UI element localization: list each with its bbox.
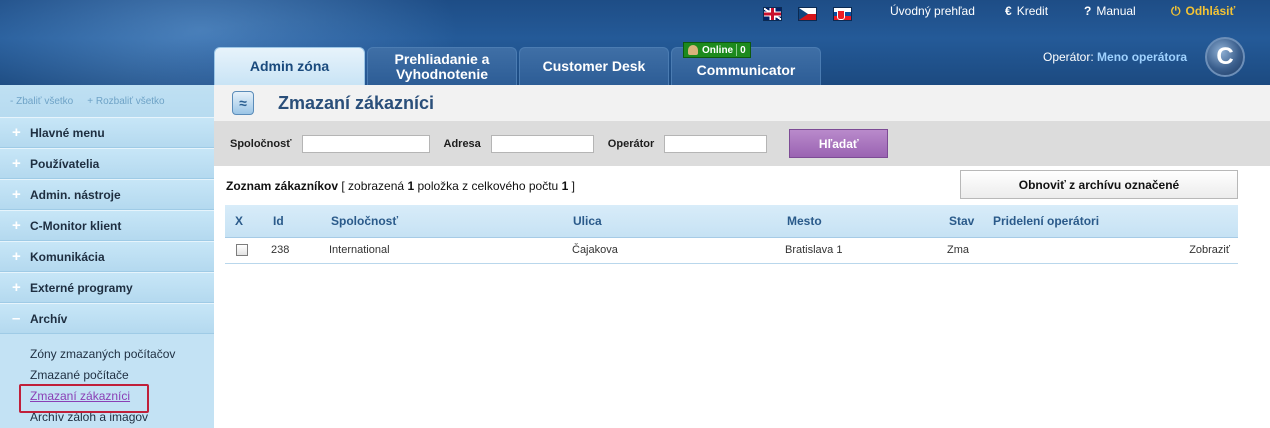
tab-admin-zone[interactable]: Admin zóna [214,47,365,85]
plus-icon: + [12,186,21,203]
operator-info: Operátor: Meno operátora [1043,50,1187,64]
list-summary: Zoznam zákazníkov [ zobrazená 1 položka … [226,179,575,193]
cell-id: 238 [255,237,315,264]
sidebar-item-label: Hlavné menu [30,125,105,140]
credit-label: Kredit [1016,4,1049,18]
cell-street: Čajakova [557,237,773,264]
list-text-2: položka z celkového počtu [417,179,559,193]
customers-table: X Id Spoločnosť Ulica Mesto Stav Pridele… [225,205,1238,264]
column-header-street[interactable]: Ulica [557,205,773,238]
column-header-company[interactable]: Spoločnosť [315,205,557,238]
user-icon [688,45,698,55]
submenu-deleted-customers[interactable]: Zmazaní zákazníci [19,384,214,413]
sidebar-item-label: Admin. nástroje [30,187,121,202]
manual-link[interactable]: ? Manual [1084,4,1136,18]
search-bar: Spoločnosť Adresa Operátor Hľadať [214,121,1270,166]
top-header: Úvodný prehľad € Kredit ? Manual ⏻ Odhlásiť… [0,0,1270,85]
sidebar-item-label: Komunikácia [30,249,105,264]
sidebar-item-archive[interactable]: – Archív [0,303,214,334]
cell-city: Bratislava 1 [773,237,935,264]
tab-browsing-label: Prehliadanie a Vyhodnotenie [394,50,490,82]
minus-icon: – [12,310,21,327]
column-header-action [1146,205,1238,238]
column-header-city[interactable]: Mesto [773,205,935,238]
online-status-badge[interactable]: Online 0 [683,42,751,58]
page-title-bar: ≈ Zmazaní zákazníci [214,85,1270,121]
cell-status: Zma [935,237,991,264]
operator-name[interactable]: Meno operátora [1097,50,1187,64]
sk-flag-icon[interactable] [833,7,852,21]
sidebar-toggle-row: - Zbaliť všetko + Rozbaliť všetko [0,85,214,117]
row-checkbox[interactable] [236,244,248,257]
app-logo: C [1205,37,1245,77]
logout-link[interactable]: ⏻ Odhlásiť [1171,4,1235,19]
online-count: 0 [740,44,746,56]
row-checkbox-cell [225,237,255,264]
plus-icon: + [12,155,21,172]
column-header-status[interactable]: Stav [935,205,991,238]
list-text-1: [ zobrazená [341,179,405,193]
sidebar: - Zbaliť všetko + Rozbaliť všetko + Hlavn… [0,85,214,428]
operator-label: Operátor: [1043,50,1094,64]
logout-label: Odhlásiť [1185,4,1236,18]
company-input[interactable] [301,134,430,153]
tab-customer-desk[interactable]: Customer Desk [519,47,669,85]
show-link[interactable]: Zobraziť [1146,237,1238,264]
list-title: Zoznam zákazníkov [226,179,339,193]
sidebar-item-label: C-Monitor klient [30,218,122,233]
customers-icon: ≈ [232,91,254,115]
table-row: 238 International Čajakova Bratislava 1 … [225,237,1238,264]
search-button[interactable]: Hľadať [789,129,889,158]
euro-icon: € [1005,4,1012,18]
sidebar-item-admin-tools[interactable]: + Admin. nástroje [0,179,214,210]
column-header-x: X [225,205,255,238]
expand-all-link[interactable]: + Rozbaliť všetko [87,96,164,107]
list-shown-count: 1 [407,179,415,193]
help-icon: ? [1084,4,1092,18]
address-label: Adresa [443,137,481,150]
submenu-deleted-computers[interactable]: Zmazané počítače [30,365,214,386]
plus-icon: + [12,217,21,234]
sidebar-item-c-monitor-client[interactable]: + C-Monitor klient [0,210,214,241]
table-header-row: X Id Spoločnosť Ulica Mesto Stav Pridele… [225,205,1238,238]
address-input[interactable] [490,134,594,153]
cell-operators [991,237,1146,264]
sidebar-item-label: Archív [30,311,68,326]
plus-icon: + [12,279,21,296]
cz-flag-icon[interactable] [798,7,817,21]
plus-icon: + [12,124,21,141]
archive-submenu: Zóny zmazaných počítačov Zmazané počítač… [0,334,214,428]
sidebar-item-label: Používatelia [30,156,100,171]
plus-icon: + [12,248,21,265]
main-content: ≈ Zmazaní zákazníci Spoločnosť Adresa Op… [214,85,1270,427]
restore-from-archive-button[interactable]: Obnoviť z archívu označené [960,170,1238,199]
list-text-3: ] [571,179,575,193]
sidebar-item-communication[interactable]: + Komunikácia [0,241,214,272]
column-header-operators: Pridelení operátori [991,205,1146,238]
page-title: Zmazaní zákazníci [278,92,435,113]
manual-label: Manual [1096,4,1136,18]
list-total-count: 1 [561,179,569,193]
sidebar-item-external-programs[interactable]: + Externé programy [0,272,214,303]
operator-filter-label: Operátor [607,137,655,150]
overview-link[interactable]: Úvodný prehľad [890,4,975,18]
sidebar-item-users[interactable]: + Používatelia [0,148,214,179]
online-label: Online [702,44,734,56]
operator-input[interactable] [664,134,768,153]
credit-link[interactable]: € Kredit [1005,4,1048,18]
power-icon: ⏻ [1171,4,1181,18]
submenu-deleted-computer-zones[interactable]: Zóny zmazaných počítačov [30,344,214,365]
badge-divider [736,44,738,56]
sidebar-item-main-menu[interactable]: + Hlavné menu [0,117,214,148]
sidebar-item-label: Externé programy [30,280,133,295]
collapse-all-link[interactable]: - Zbaliť všetko [10,96,73,107]
tab-browsing-evaluation[interactable]: Prehliadanie a Vyhodnotenie [367,47,517,85]
company-label: Spoločnosť [230,137,292,150]
uk-flag-icon[interactable] [763,7,782,21]
cell-company: International [315,237,557,264]
column-header-id[interactable]: Id [255,205,315,238]
